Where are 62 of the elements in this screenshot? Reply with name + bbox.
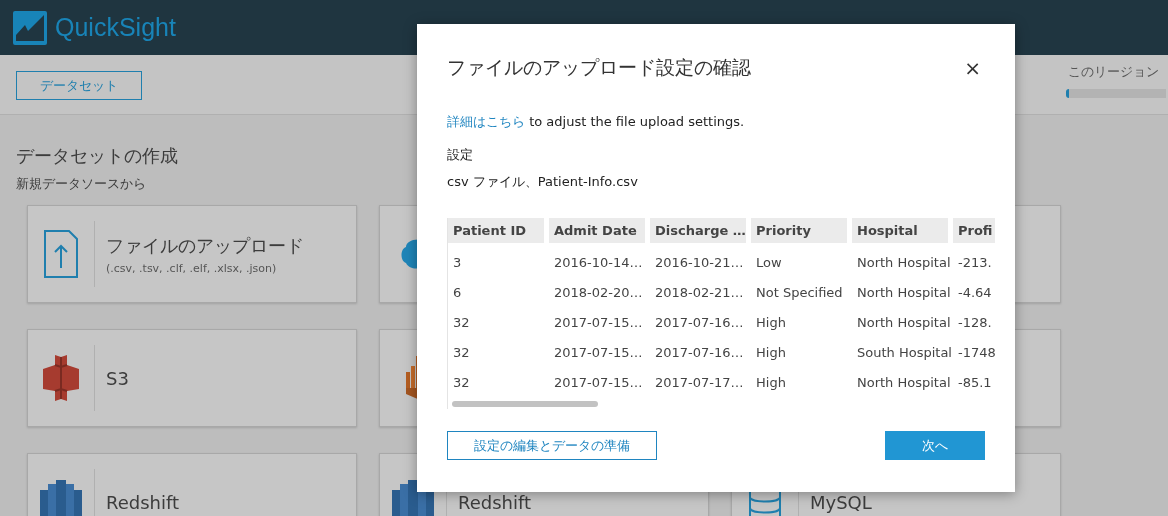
edit-settings-button[interactable]: 設定の編集とデータの準備: [447, 431, 657, 460]
source-name: MySQL: [810, 491, 872, 513]
table-cell-text: North Hospital: [856, 284, 948, 300]
table-cell-text: High: [755, 314, 787, 330]
column-stack-icon: [40, 480, 82, 516]
table-cell-text: -213.: [957, 254, 993, 270]
intro-text: 詳細はこちら to adjust the file upload settings.: [447, 113, 746, 131]
column-header: Admit Date: [549, 218, 645, 243]
column-header: Priority: [751, 218, 847, 243]
close-button[interactable]: ×: [964, 56, 981, 80]
column-header: Hospital: [852, 218, 948, 243]
data-source-card[interactable]: ファイルのアップロード (.csv, .tsv, .clf, .elf, .xlsx, .json): [27, 205, 357, 303]
table-cell-text: 32: [452, 374, 471, 390]
app-name: QuickSight: [55, 13, 176, 42]
table-cell-text: 2017-07-16…: [654, 314, 745, 330]
table-cell-text: North Hospital: [856, 314, 948, 330]
table-cell-text: North Hospital: [856, 374, 948, 390]
table-cell-text: -85.1: [957, 374, 993, 390]
logo-icon: [13, 10, 47, 45]
source-name: S3: [106, 367, 129, 389]
table-cell-text: 2017-07-15…: [553, 344, 644, 360]
table-cell-text: 2018-02-20…: [553, 284, 644, 300]
table-cell-text: 2017-07-17…: [654, 374, 745, 390]
file-info: csv ファイル、Patient-Info.csv: [447, 173, 639, 191]
table-cell-text: 3: [452, 254, 463, 270]
source-name: Redshift: [106, 491, 180, 513]
table-cell-text: Low: [755, 254, 783, 270]
column-header: Patient ID: [448, 218, 544, 243]
table-cell-text: 2018-02-21…: [654, 284, 745, 300]
section-title: データセットの作成: [16, 145, 178, 167]
table-cell-text: 2017-07-15…: [553, 374, 644, 390]
table-cell-text: -4.64: [957, 284, 993, 300]
table-cell-text: -1748: [957, 344, 995, 360]
table-cell-text: 2017-07-15…: [553, 314, 644, 330]
bucket-stack-icon: [41, 355, 81, 401]
source-name: Redshift: [458, 491, 532, 513]
table-cell-text: 2016-10-14…: [553, 254, 644, 270]
section-subtitle: 新規データソースから: [16, 175, 146, 193]
region-label: このリージョン: [1068, 63, 1160, 81]
data-source-card[interactable]: Redshift: [27, 453, 357, 516]
scrollbar-thumb[interactable]: [452, 401, 598, 407]
table-cell-text: 32: [452, 314, 471, 330]
settings-label: 設定: [447, 146, 474, 164]
data-source-card[interactable]: S3: [27, 329, 357, 427]
column-stack-icon: [392, 480, 434, 516]
table-cell-text: North Hospital: [856, 254, 948, 270]
table-cell-text: 32: [452, 344, 471, 360]
table-cell-text: 6: [452, 284, 463, 300]
table-cell-text: Not Specified: [755, 284, 844, 300]
table-cell-text: 2017-07-16…: [654, 344, 745, 360]
column-header: Profi: [953, 218, 995, 243]
table-cell-text: 2016-10-21…: [654, 254, 745, 270]
details-link[interactable]: 詳細はこちら: [447, 114, 525, 129]
file-upload-icon: [44, 230, 78, 278]
column-header: Discharge …: [650, 218, 746, 243]
table-cell-text: -128.: [957, 314, 993, 330]
file-types: (.csv, .tsv, .clf, .elf, .xlsx, .json): [106, 261, 278, 275]
next-button[interactable]: 次へ: [885, 431, 985, 460]
table-cell-text: High: [755, 344, 787, 360]
dialog-title: ファイルのアップロード設定の確認: [447, 55, 751, 80]
table-cell-text: High: [755, 374, 787, 390]
source-name: ファイルのアップロード: [106, 233, 304, 258]
